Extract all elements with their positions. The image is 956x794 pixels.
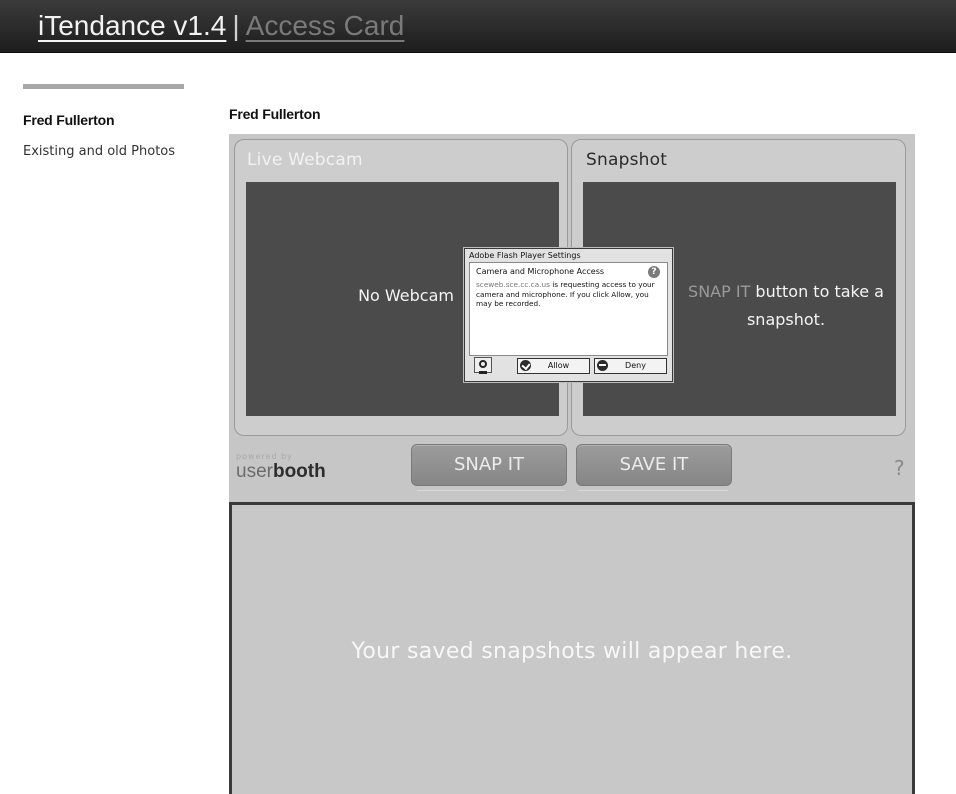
flash-domain: sceweb.sce.cc.ca.us <box>476 280 550 289</box>
brand-user: user <box>236 461 273 482</box>
brand-wordmark: userbooth <box>236 461 336 483</box>
sidebar-item-photos[interactable]: Existing and old Photos <box>23 144 175 159</box>
snapshot-hint-rest: button to take a snapshot. <box>746 282 884 329</box>
saved-snapshots-area: Your saved snapshots will appear here. <box>229 502 915 794</box>
flash-dialog-heading: Camera and Microphone Access <box>476 267 605 276</box>
no-webcam-text: No Webcam <box>358 286 454 305</box>
save-it-button[interactable]: SAVE IT <box>576 444 732 486</box>
camera-icon[interactable] <box>474 357 492 374</box>
flash-help-icon[interactable]: ? <box>648 266 660 278</box>
allow-label: Allow <box>547 361 570 370</box>
brand-booth: booth <box>272 461 326 482</box>
deny-button[interactable]: Deny <box>594 358 667 374</box>
snapshot-hint: SNAP IT button to take a snapshot. <box>671 278 901 334</box>
page-name-link[interactable]: Access Card <box>246 10 405 41</box>
gallery-placeholder: Your saved snapshots will appear here. <box>351 639 793 664</box>
snap-button-shadow <box>417 490 565 491</box>
userbooth-widget: Live Webcam No Webcam Snapshot SNAP IT b… <box>229 134 915 794</box>
allow-button[interactable]: Allow <box>517 358 590 374</box>
snapshot-hint-highlight: SNAP IT <box>688 282 751 301</box>
deny-label: Deny <box>625 361 646 370</box>
flash-dialog-message: sceweb.sce.cc.ca.us is requesting access… <box>476 280 664 309</box>
flash-settings-dialog: Adobe Flash Player Settings Camera and M… <box>464 248 673 382</box>
sidebar-divider <box>23 84 184 89</box>
save-button-shadow <box>578 490 728 491</box>
app-header: iTendance v1.4 | Access Card <box>0 0 956 53</box>
snapshot-label: Snapshot <box>586 150 668 170</box>
flash-dialog-title: Adobe Flash Player Settings <box>469 251 581 260</box>
powered-by-text: powered by <box>236 452 293 461</box>
live-webcam-label: Live Webcam <box>247 150 363 170</box>
page-title: Fred Fullerton <box>229 106 321 122</box>
sidebar-person-name[interactable]: Fred Fullerton <box>23 112 115 128</box>
help-icon[interactable]: ? <box>894 456 905 480</box>
app-title-link[interactable]: iTendance v1.4 <box>38 10 226 41</box>
userbooth-logo[interactable]: powered by userbooth <box>236 452 336 486</box>
header-title: iTendance v1.4 | Access Card <box>38 9 404 43</box>
flash-dialog-content: Camera and Microphone Access ? sceweb.sc… <box>469 262 668 356</box>
title-separator: | <box>232 10 240 41</box>
snap-it-button[interactable]: SNAP IT <box>411 444 567 486</box>
